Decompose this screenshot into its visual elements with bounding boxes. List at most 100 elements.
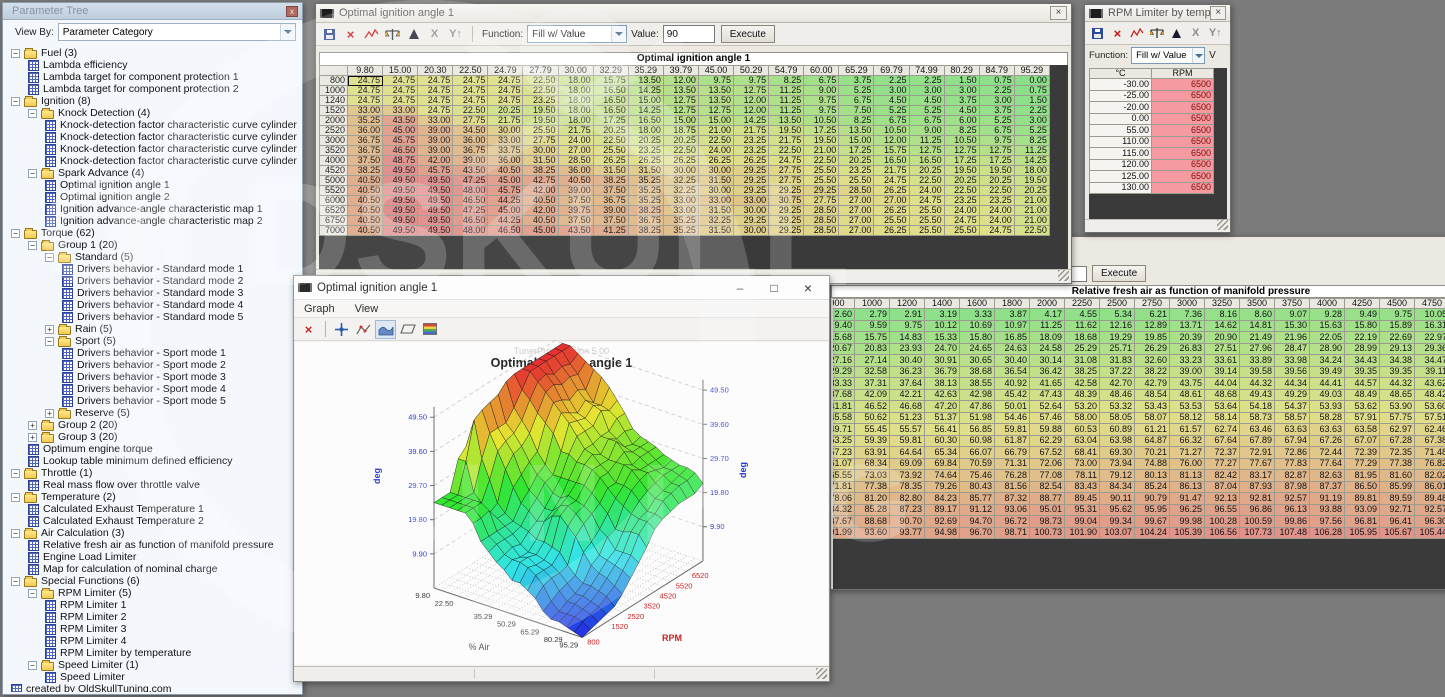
cell[interactable]: 0.00 <box>1014 76 1049 86</box>
tree-item[interactable]: created by OldSkullTuning.com <box>5 683 300 692</box>
compare-button[interactable] <box>1148 24 1166 42</box>
cell[interactable]: 100.28 <box>1205 516 1240 528</box>
cell[interactable]: 28.50 <box>839 186 874 196</box>
cell[interactable]: 31.50 <box>523 156 558 166</box>
cell[interactable]: 12.75 <box>909 146 944 156</box>
cell[interactable]: 67.52 <box>1030 447 1065 459</box>
cell[interactable]: 15.00 <box>839 136 874 146</box>
cell[interactable]: 70.59 <box>960 458 995 470</box>
cell[interactable]: 105.67 <box>1380 527 1415 539</box>
cell[interactable]: 21.49 <box>1240 332 1275 344</box>
cell[interactable]: 33.00 <box>734 196 769 206</box>
close-icon[interactable]: × <box>1210 6 1226 20</box>
expander-icon[interactable]: + <box>28 433 37 442</box>
cell[interactable]: 15.68 <box>833 332 855 344</box>
tree-item[interactable]: Knock-detection factor characteristic cu… <box>5 131 300 143</box>
cell[interactable]: 28.50 <box>804 206 839 216</box>
cell[interactable]: 48.75 <box>383 156 418 166</box>
cell[interactable]: 91.99 <box>833 527 855 539</box>
cell[interactable]: 39.58 <box>1240 366 1275 378</box>
cell[interactable]: 33.00 <box>488 136 523 146</box>
cell[interactable]: 37.22 <box>1100 366 1135 378</box>
cell[interactable]: 28.50 <box>558 156 593 166</box>
cell[interactable]: 77.64 <box>1310 458 1345 470</box>
cell[interactable]: 25.29 <box>1065 343 1100 355</box>
cell[interactable]: 31.08 <box>1065 355 1100 367</box>
cell[interactable]: 12.00 <box>663 76 698 86</box>
cell[interactable]: 56.41 <box>925 424 960 436</box>
cell[interactable]: 52.64 <box>1030 401 1065 413</box>
cell[interactable]: 39.00 <box>558 186 593 196</box>
cell[interactable]: 87.98 <box>1275 481 1310 493</box>
delete-button[interactable]: × <box>341 25 360 43</box>
cell[interactable]: 53.43 <box>1135 401 1170 413</box>
cell[interactable]: 38.25 <box>593 176 628 186</box>
cell[interactable]: 47.25 <box>453 176 488 186</box>
cell[interactable]: 22.50 <box>593 136 628 146</box>
cell[interactable]: 40.50 <box>348 186 383 196</box>
cell[interactable]: 87.67 <box>833 516 855 528</box>
cell[interactable]: 15.75 <box>874 146 909 156</box>
cell[interactable]: 34.47 <box>1415 355 1445 367</box>
cell[interactable]: 27.00 <box>839 196 874 206</box>
tree-item[interactable]: RPM Limiter 3 <box>5 623 300 635</box>
cell[interactable]: 69.30 <box>1100 447 1135 459</box>
cell[interactable]: 18.00 <box>628 126 663 136</box>
cell[interactable]: 61.87 <box>995 435 1030 447</box>
cell[interactable]: 95.01 <box>1030 504 1065 516</box>
cell[interactable]: 37.68 <box>833 389 855 401</box>
tree-item[interactable]: Speed Limiter <box>5 671 300 683</box>
cell[interactable]: 77.83 <box>1275 458 1310 470</box>
cell[interactable]: 62.29 <box>1030 435 1065 447</box>
cell[interactable]: 46.50 <box>453 216 488 226</box>
cell[interactable]: 9.75 <box>979 136 1014 146</box>
cell[interactable]: 28.99 <box>1345 343 1380 355</box>
cell[interactable]: 63.58 <box>1345 424 1380 436</box>
cell[interactable]: 45.75 <box>383 136 418 146</box>
cell[interactable]: 93.60 <box>855 527 890 539</box>
cell[interactable]: 33.00 <box>663 196 698 206</box>
cell[interactable]: 45.42 <box>995 389 1030 401</box>
cell[interactable]: 89.48 <box>1415 493 1445 505</box>
cell[interactable]: 48.54 <box>1135 389 1170 401</box>
shear-button[interactable] <box>397 320 418 339</box>
cell[interactable]: 39.00 <box>418 136 453 146</box>
tree-item[interactable]: RPM Limiter 2 <box>5 611 300 623</box>
cell[interactable]: 24.63 <box>995 343 1030 355</box>
cell[interactable]: 36.79 <box>925 366 960 378</box>
expander-icon[interactable]: − <box>11 529 20 538</box>
cell[interactable]: 59.39 <box>855 435 890 447</box>
cell[interactable]: 9.75 <box>698 76 733 86</box>
cell[interactable]: 22.50 <box>979 186 1014 196</box>
cell[interactable]: 3.75 <box>839 76 874 86</box>
cell[interactable]: 12.75 <box>663 96 698 106</box>
cell[interactable]: 95.62 <box>1100 504 1135 516</box>
cell[interactable]: 14.83 <box>890 332 925 344</box>
cell[interactable]: 29.29 <box>833 366 855 378</box>
cell[interactable]: 51.98 <box>960 412 995 424</box>
cell[interactable]: 79.12 <box>1100 470 1135 482</box>
cell[interactable]: 60.53 <box>1065 424 1100 436</box>
execute-button[interactable]: Execute <box>721 25 775 43</box>
cell[interactable]: 49.50 <box>383 216 418 226</box>
cell[interactable]: 5.25 <box>1014 126 1049 136</box>
cell[interactable]: 77.38 <box>1380 458 1415 470</box>
cell[interactable]: 29.13 <box>1380 343 1415 355</box>
cell[interactable]: 107.73 <box>1240 527 1275 539</box>
cell[interactable]: 10.12 <box>925 320 960 332</box>
cell[interactable]: 77.29 <box>1345 458 1380 470</box>
cell[interactable]: 89.45 <box>1065 493 1100 505</box>
cell[interactable]: 0.75 <box>979 76 1014 86</box>
cell[interactable]: 49.50 <box>383 226 418 236</box>
temp-cell[interactable]: 130.00 <box>1090 182 1152 194</box>
cell[interactable]: 45.00 <box>383 126 418 136</box>
cell[interactable]: 31.50 <box>698 206 733 216</box>
cell[interactable]: 58.14 <box>1205 412 1240 424</box>
cell[interactable]: 19.50 <box>979 166 1014 176</box>
tree-item[interactable]: RPM Limiter by temperature <box>5 647 300 659</box>
cell[interactable]: 9.40 <box>833 320 855 332</box>
resize-grip[interactable] <box>1217 219 1228 230</box>
cell[interactable]: 86.13 <box>1170 481 1205 493</box>
cell[interactable]: 18.75 <box>663 126 698 136</box>
cell[interactable]: 24.75 <box>383 76 418 86</box>
